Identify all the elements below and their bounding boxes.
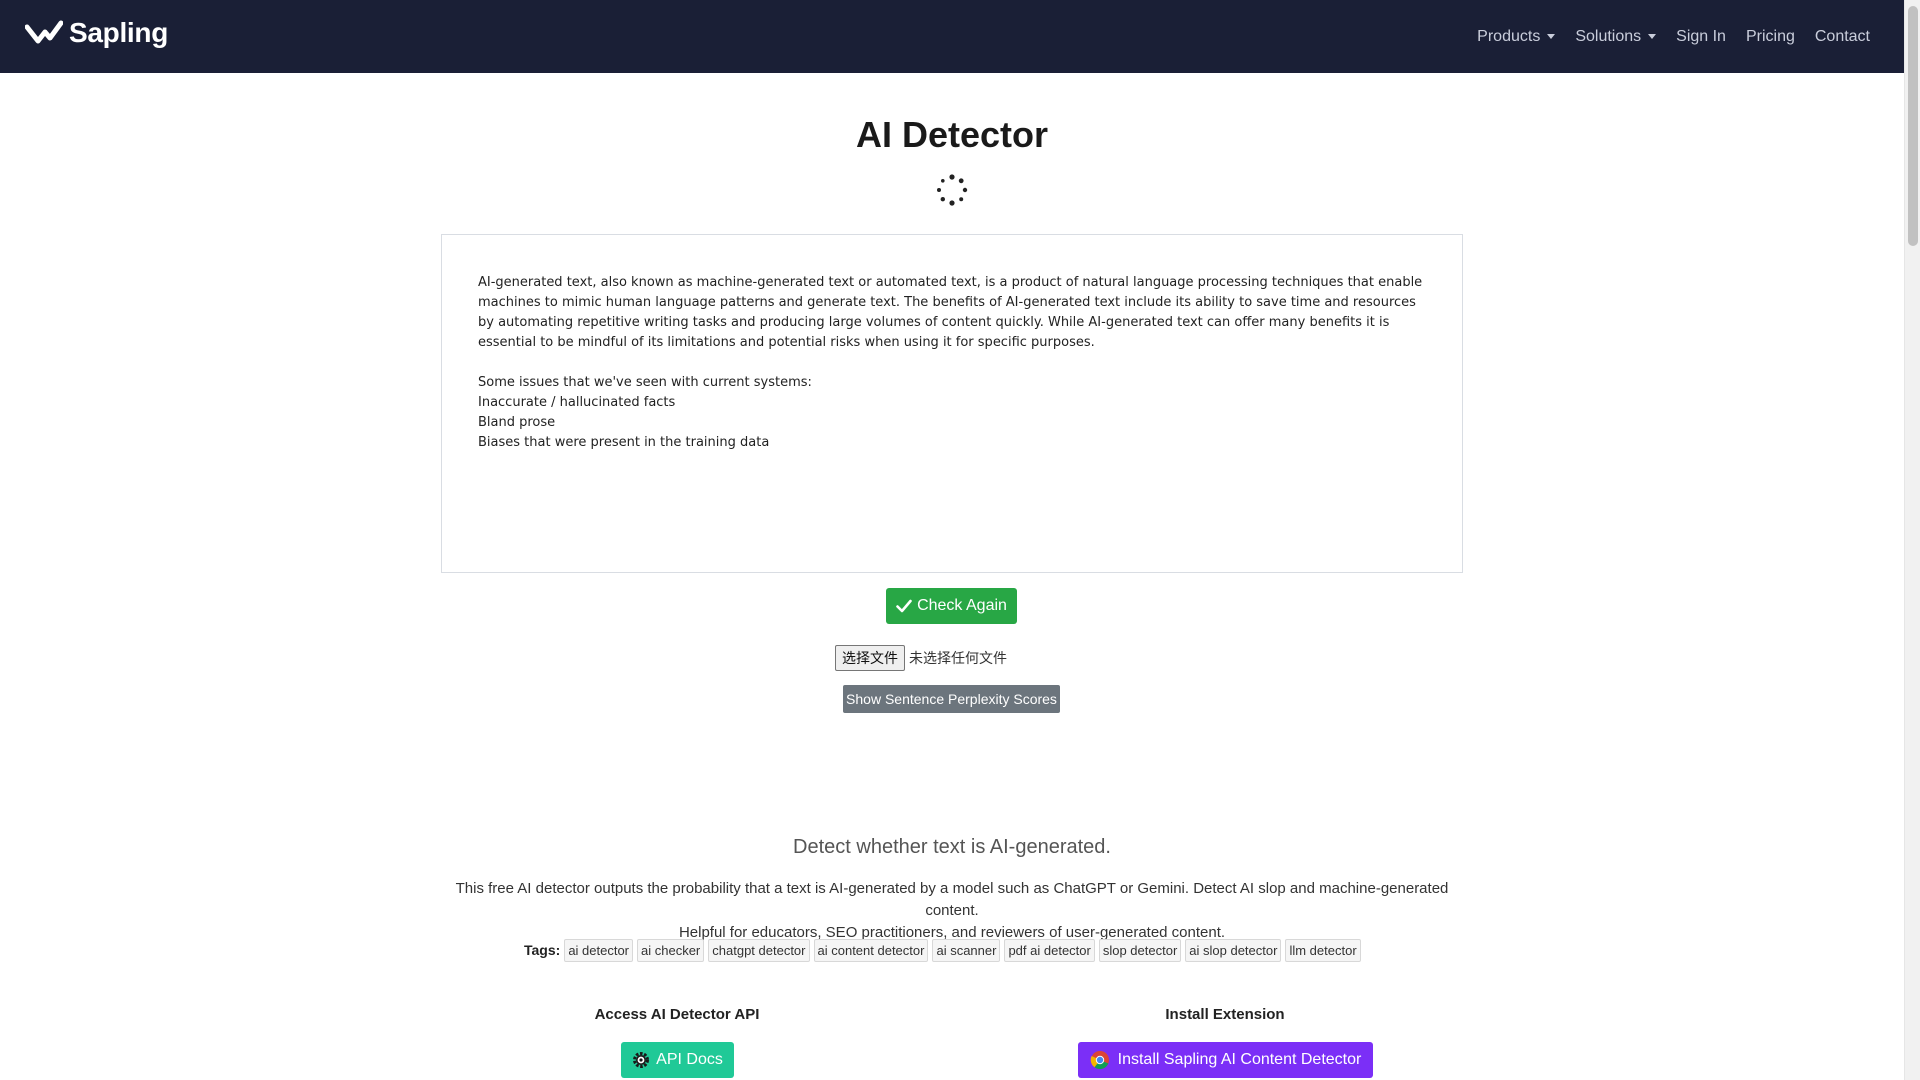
api-docs-label: API Docs [656, 1051, 723, 1068]
description-text: This free AI detector outputs the probab… [430, 878, 1474, 944]
tag-slop-detector[interactable]: slop detector [1098, 938, 1182, 962]
page-title: AI Detector [855, 114, 1049, 155]
brand-link[interactable]: Sapling [25, 17, 168, 49]
file-upload: 选择文件 未选择任何文件 [835, 645, 1007, 671]
tag-ai-detector[interactable]: ai detector [564, 938, 634, 962]
file-status-text: 未选择任何文件 [909, 650, 1007, 666]
nav-products[interactable]: Products [1477, 27, 1556, 46]
top-navbar: Sapling Products Solutions Sign In Prici… [0, 0, 1904, 73]
show-perplexity-button[interactable]: Show Sentence Perplexity Scores [843, 685, 1060, 713]
editor-line: Some issues that we've seen with current… [478, 375, 812, 390]
chrome-icon [1090, 1051, 1109, 1070]
nav-solutions-label: Solutions [1575, 27, 1642, 45]
nav-contact[interactable]: Contact [1815, 28, 1870, 46]
gear-icon [633, 1052, 650, 1068]
nav-links: Products Solutions Sign In Pricing Conta… [1457, 0, 1870, 73]
tags-row: Tags: ai detector ai checker chatgpt det… [524, 938, 1365, 962]
text-input-area[interactable]: AI-generated text, also known as machine… [441, 234, 1463, 573]
nav-solutions[interactable]: Solutions [1575, 27, 1657, 46]
install-extension-label: Install Sapling AI Content Detector [1117, 1051, 1362, 1068]
editor-line: Inaccurate / hallucinated facts [478, 395, 676, 410]
tag-ai-slop-detector[interactable]: ai slop detector [1185, 938, 1282, 962]
choose-file-button[interactable]: 选择文件 [835, 645, 905, 671]
editor-line: Biases that were present in the training… [478, 435, 770, 450]
section-subtitle: Detect whether text is AI-generated. [793, 836, 1111, 858]
check-again-label: Check Again [917, 597, 1007, 614]
tag-chatgpt-detector[interactable]: chatgpt detector [708, 938, 810, 962]
tag-pdf-ai-detector[interactable]: pdf ai detector [1004, 938, 1095, 962]
tags-label: Tags: [524, 942, 561, 958]
check-again-button[interactable]: Check Again [886, 588, 1017, 624]
loading-spinner-icon [937, 174, 968, 206]
nav-products-label: Products [1477, 27, 1541, 45]
brand-name: Sapling [69, 17, 169, 48]
tag-ai-content-detector[interactable]: ai content detector [813, 938, 929, 962]
editor-blank-line [478, 353, 1426, 373]
tag-llm-detector[interactable]: llm detector [1285, 938, 1361, 962]
editor-paragraph: AI-generated text, also known as machine… [478, 275, 1423, 350]
api-heading: Access AI Detector API [594, 1006, 760, 1023]
scrollbar-thumb[interactable] [1908, 6, 1918, 246]
sapling-logo-icon [25, 20, 63, 44]
chevron-down-icon [1648, 34, 1657, 39]
nav-pricing[interactable]: Pricing [1746, 28, 1795, 46]
checkmark-icon [896, 599, 912, 613]
extension-heading: Install Extension [1165, 1006, 1285, 1023]
editor-line: Bland prose [478, 415, 556, 430]
nav-sign-in[interactable]: Sign In [1676, 28, 1726, 46]
chevron-down-icon [1547, 34, 1556, 39]
api-docs-button[interactable]: API Docs [621, 1042, 734, 1078]
tag-ai-scanner[interactable]: ai scanner [932, 938, 1001, 962]
install-extension-button[interactable]: Install Sapling AI Content Detector [1078, 1042, 1373, 1078]
tag-ai-checker[interactable]: ai checker [637, 938, 705, 962]
description-line: This free AI detector outputs the probab… [455, 880, 1449, 919]
page-scrollbar[interactable] [1904, 0, 1920, 1080]
